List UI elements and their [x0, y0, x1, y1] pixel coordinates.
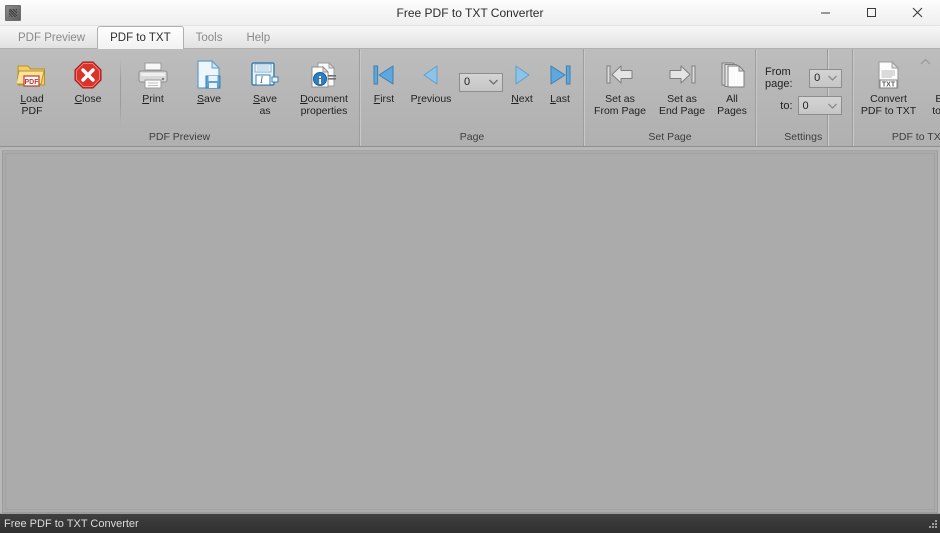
doc-file-icon: W DOC — [934, 58, 940, 92]
printer-icon — [136, 58, 170, 92]
arrow-to-left-bar-icon — [603, 58, 637, 92]
status-bar: Free PDF to TXT Converter — [0, 513, 940, 533]
tab-help[interactable]: Help — [234, 28, 282, 49]
group-label-page: Page — [459, 131, 485, 143]
page-number-combo-wrap: 0 — [459, 56, 503, 128]
ribbon-group-set-page: Set as From Page Set as End Page All Pag… — [584, 49, 756, 146]
load-pdf-label: Load PDF — [20, 93, 44, 117]
save-page-icon — [192, 58, 226, 92]
close-button-ribbon[interactable]: Close — [60, 56, 116, 106]
next-arrow-icon — [505, 58, 539, 92]
txt-file-icon: TXT — [872, 58, 906, 92]
previous-label: Previous — [410, 93, 452, 105]
next-label: Next — [511, 93, 533, 105]
ribbon: PDF Preview PDF to TXT Tools Help PDF Lo… — [0, 26, 940, 147]
folder-pdf-icon: PDF — [15, 58, 49, 92]
minimize-button[interactable] — [802, 0, 848, 26]
document-properties-label: Document properties — [300, 93, 348, 117]
settings-fields: From page: 0 to: 0 — [765, 56, 842, 115]
to-page-row: to: 0 — [765, 96, 842, 115]
save-label: Save — [197, 93, 221, 105]
collapse-ribbon-icon[interactable] — [918, 54, 932, 68]
stacked-pages-icon — [715, 58, 749, 92]
export-to-word-label: Exportto Word — [932, 93, 940, 117]
page-number-combo[interactable]: 0 — [459, 72, 503, 92]
maximize-button[interactable] — [848, 0, 894, 26]
ribbon-tab-strip: PDF Preview PDF to TXT Tools Help — [0, 26, 940, 49]
document-info-icon — [307, 58, 341, 92]
previous-arrow-icon — [414, 58, 448, 92]
tab-tools[interactable]: Tools — [184, 28, 235, 49]
to-page-label: to: — [780, 99, 793, 112]
title-bar: Free PDF to TXT Converter — [0, 0, 940, 26]
from-page-value: 0 — [814, 72, 821, 84]
skip-to-start-icon — [367, 58, 401, 92]
to-page-value: 0 — [802, 99, 809, 112]
ribbon-group-settings: From page: 0 to: 0 Settings — [756, 49, 853, 146]
set-as-end-page-label: Set as End Page — [658, 93, 706, 117]
svg-text:PDF: PDF — [25, 79, 40, 86]
svg-text:TXT: TXT — [881, 82, 895, 89]
pdf-preview-surface — [5, 153, 935, 510]
application-window: Free PDF to TXT Converter PDF Preview PD… — [0, 0, 940, 533]
arrow-to-right-bar-icon — [665, 58, 699, 92]
set-as-from-page-button[interactable]: Set as From Page — [589, 56, 651, 117]
group-label-set-page: Set Page — [648, 131, 692, 143]
chevron-down-icon[interactable] — [827, 72, 837, 84]
convert-pdf-to-txt-button[interactable]: TXT Convert PDF to TXT — [858, 56, 920, 117]
from-page-input[interactable]: 0 — [809, 68, 842, 88]
tab-pdf-to-txt[interactable]: PDF to TXT — [97, 26, 184, 49]
group-label-pdf-preview: PDF Preview — [148, 131, 211, 143]
print-button[interactable]: Print — [125, 56, 181, 106]
first-page-button[interactable]: First — [365, 56, 403, 106]
document-properties-button[interactable]: Document properties — [293, 56, 355, 117]
window-controls — [802, 0, 940, 26]
last-page-button[interactable]: Last — [541, 56, 579, 106]
status-text: Free PDF to TXT Converter — [4, 517, 139, 530]
window-title: Free PDF to TXT Converter — [396, 6, 544, 20]
skip-to-end-icon — [543, 58, 577, 92]
close-label: Close — [74, 93, 102, 105]
from-page-label: From page: — [765, 66, 793, 90]
ribbon-group-pdf-preview: PDF Load PDF Close Print Save I Save as … — [0, 49, 360, 146]
group-divider — [120, 60, 121, 125]
group-label-settings: Settings — [784, 131, 823, 143]
load-pdf-button[interactable]: PDF Load PDF — [4, 56, 60, 117]
set-as-end-page-button[interactable]: Set as End Page — [651, 56, 713, 117]
ribbon-content: PDF Load PDF Close Print Save I Save as … — [0, 49, 940, 147]
tab-pdf-preview[interactable]: PDF Preview — [6, 28, 97, 49]
to-page-input[interactable]: 0 — [797, 96, 842, 115]
save-as-button[interactable]: I Save as — [237, 56, 293, 117]
chevron-down-icon[interactable] — [827, 100, 837, 112]
ribbon-group-page: First Previous 0 Next Last Page — [360, 49, 584, 146]
close-button[interactable] — [894, 0, 940, 26]
chevron-down-icon[interactable] — [489, 76, 498, 88]
page-number-value: 0 — [464, 76, 471, 88]
all-pages-button[interactable]: All Pages — [713, 56, 751, 117]
resize-grip-icon[interactable] — [926, 519, 938, 531]
print-label: Print — [142, 93, 164, 105]
convert-pdf-to-txt-label: Convert PDF to TXT — [860, 93, 917, 117]
last-label: Last — [550, 93, 570, 105]
from-page-row: From page: 0 — [765, 66, 842, 90]
pdf-preview-canvas[interactable] — [2, 150, 938, 513]
previous-page-button[interactable]: Previous — [403, 56, 459, 106]
save-button[interactable]: Save — [181, 56, 237, 106]
all-pages-label: All Pages — [717, 93, 747, 117]
floppy-disk-icon: I — [248, 58, 282, 92]
save-as-label: Save as — [253, 93, 277, 117]
app-icon — [5, 5, 21, 21]
next-page-button[interactable]: Next — [503, 56, 541, 106]
group-label-pdf-to-txt: PDF to TXT — [891, 131, 940, 143]
close-octagon-icon — [71, 58, 105, 92]
first-label: First — [373, 93, 395, 105]
set-as-from-page-label: Set as From Page — [594, 93, 646, 117]
